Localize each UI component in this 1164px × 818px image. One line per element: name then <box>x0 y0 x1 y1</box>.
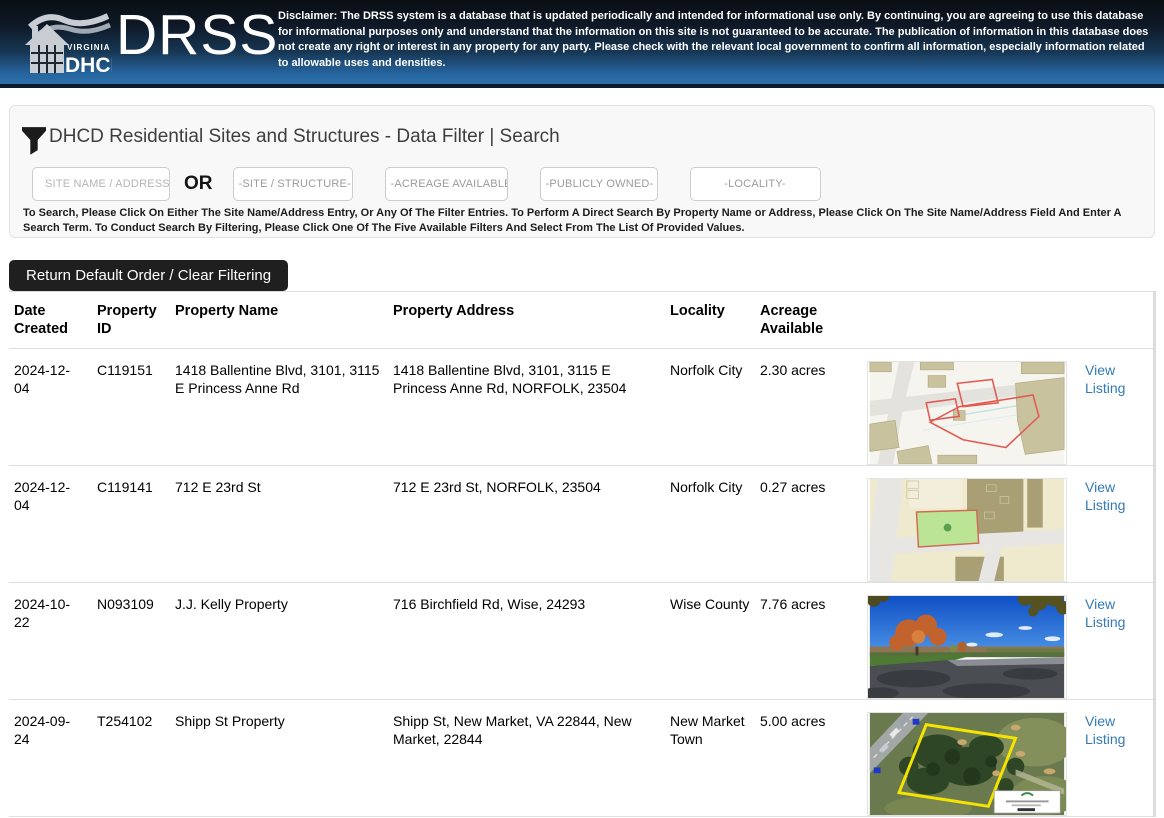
cell-acreage: 2.30 acres <box>755 348 862 465</box>
cell-date-created: 2024-09-24 <box>14 712 78 748</box>
cell-property-address: Shipp St, New Market, VA 22844, New Mark… <box>388 699 665 816</box>
view-listing-link[interactable]: View Listing <box>1085 595 1135 631</box>
logo-virginia-label: VIRGINIA <box>67 43 111 52</box>
filter-acreage-available-button[interactable]: -ACREAGE AVAILABLE- <box>385 167 508 201</box>
cell-locality: New Market Town <box>665 699 755 816</box>
cell-property-id: C119151 <box>92 348 170 465</box>
col-header-property-id: Property ID <box>92 292 170 348</box>
results-table: Date Created Property ID Property Name P… <box>9 292 1153 817</box>
cell-property-name: J.J. Kelly Property <box>170 582 388 699</box>
cell-property-id: T254102 <box>92 699 170 816</box>
property-photo-thumbnail <box>867 595 1067 699</box>
property-aerial-thumbnail <box>867 712 1067 816</box>
col-header-locality: Locality <box>665 292 755 348</box>
filter-site-structure-button[interactable]: -SITE / STRUCTURE- <box>233 167 353 201</box>
cell-property-name: 712 E 23rd St <box>170 465 388 582</box>
filter-funnel-icon <box>22 124 46 156</box>
cell-acreage: 7.76 acres <box>755 582 862 699</box>
cell-locality: Norfolk City <box>665 465 755 582</box>
view-listing-link[interactable]: View Listing <box>1085 478 1135 514</box>
cell-property-id: N093109 <box>92 582 170 699</box>
table-header-row: Date Created Property ID Property Name P… <box>9 292 1153 348</box>
property-map-thumbnail <box>867 478 1067 582</box>
cell-date-created: 2024-12-04 <box>14 478 78 514</box>
or-label: OR <box>184 173 213 195</box>
site-name-address-input[interactable] <box>32 167 170 201</box>
filter-locality-button[interactable]: -LOCALITY- <box>690 167 821 201</box>
cell-property-id: C119141 <box>92 465 170 582</box>
disclaimer-text: Disclaimer: The DRSS system is a databas… <box>278 9 1152 71</box>
cell-date-created: 2024-10-22 <box>14 595 78 631</box>
table-row: 2024-12-04 C119141 712 E 23rd St 712 E 2… <box>9 465 1153 582</box>
clear-filtering-button[interactable]: Return Default Order / Clear Filtering <box>9 260 288 291</box>
table-row: 2024-09-24 T254102 Shipp St Property Shi… <box>9 699 1153 816</box>
app-header: VIRGINIA DHCD DRSS Disclaimer: The DRSS … <box>0 0 1164 88</box>
cell-property-name: Shipp St Property <box>170 699 388 816</box>
table-row: 2024-10-22 N093109 J.J. Kelly Property 7… <box>9 582 1153 699</box>
view-listing-link[interactable]: View Listing <box>1085 361 1135 397</box>
cell-acreage: 0.27 acres <box>755 465 862 582</box>
filter-panel-title: DHCD Residential Sites and Structures - … <box>49 126 560 148</box>
filter-panel: DHCD Residential Sites and Structures - … <box>9 105 1155 238</box>
cell-locality: Wise County <box>665 582 755 699</box>
filter-panel-title-row: DHCD Residential Sites and Structures - … <box>22 124 560 156</box>
dhcd-logo-icon: VIRGINIA DHCD <box>24 9 112 75</box>
cell-property-address: 712 E 23rd St, NORFOLK, 23504 <box>388 465 665 582</box>
cell-date-created: 2024-12-04 <box>14 361 78 397</box>
col-header-acreage-available: Acreage Available <box>755 292 862 348</box>
col-header-property-address: Property Address <box>388 292 665 348</box>
search-instructions: To Search, Please Click On Either The Si… <box>23 206 1139 235</box>
table-row: 2024-12-04 C119151 1418 Ballentine Blvd,… <box>9 348 1153 465</box>
col-header-image <box>862 292 1080 348</box>
col-header-date-created: Date Created <box>9 292 92 348</box>
cell-property-name: 1418 Ballentine Blvd, 3101, 3115 E Princ… <box>170 348 388 465</box>
col-header-view <box>1080 292 1153 348</box>
property-map-thumbnail <box>867 361 1067 465</box>
cell-acreage: 5.00 acres <box>755 699 862 816</box>
results-table-container: Date Created Property ID Property Name P… <box>9 291 1156 817</box>
app-title: DRSS <box>116 2 278 68</box>
col-header-property-name: Property Name <box>170 292 388 348</box>
cell-property-address: 1418 Ballentine Blvd, 3101, 3115 E Princ… <box>388 348 665 465</box>
filter-publicly-owned-button[interactable]: -PUBLICLY OWNED- <box>540 167 658 201</box>
filter-controls: OR -SITE / STRUCTURE- -ACREAGE AVAILABLE… <box>32 167 821 201</box>
view-listing-link[interactable]: View Listing <box>1085 712 1135 748</box>
page: VIRGINIA DHCD DRSS Disclaimer: The DRSS … <box>0 0 1164 818</box>
cell-locality: Norfolk City <box>665 348 755 465</box>
logo-dhcd-label: DHCD <box>65 54 112 75</box>
cell-property-address: 716 Birchfield Rd, Wise, 24293 <box>388 582 665 699</box>
